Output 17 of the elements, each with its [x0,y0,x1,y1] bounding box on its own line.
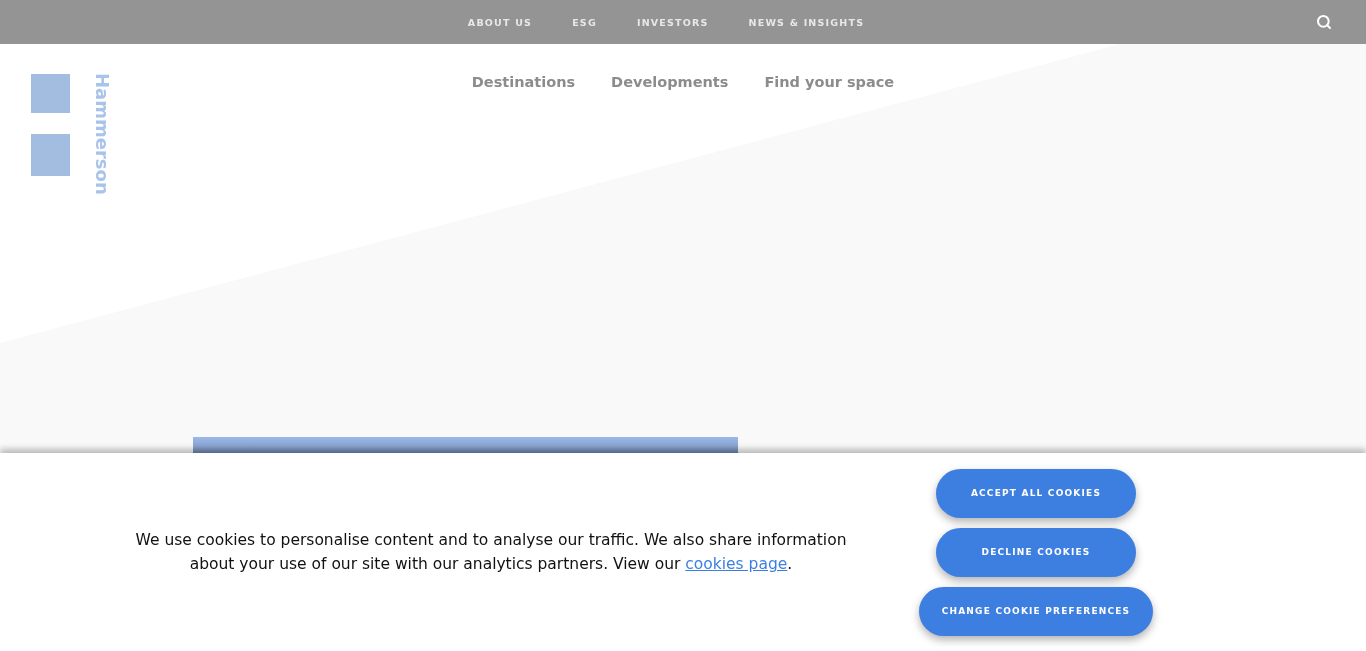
cookies-page-link[interactable]: cookies page [685,555,788,573]
logo-square-icon [31,134,70,176]
cookie-message: We use cookies to personalise content and to analyse our traffic. We also share information about your use of our site with our analytics partners. View our cookies page. [134,530,848,575]
top-nav-link[interactable]: ESG [572,16,597,28]
logo[interactable]: Hammerson [31,73,111,195]
cookie-button[interactable]: DECLINE COOKIES [936,527,1136,577]
logo-wordmark: Hammerson [93,73,111,195]
cookie-button[interactable]: CHANGE COOKIE PREFERENCES [919,586,1153,636]
search-icon[interactable] [1316,14,1332,30]
logo-square-icon [31,74,70,113]
main-nav-link[interactable]: Find your space [764,74,895,90]
main-nav-link[interactable]: Developments [611,74,729,90]
top-nav-link[interactable]: NEWS & INSIGHTS [748,16,865,28]
top-nav-link[interactable]: ABOUT US [467,16,533,28]
cookie-button[interactable]: ACCEPT ALL COOKIES [936,468,1136,518]
top-nav-link[interactable]: INVESTORS [636,16,709,28]
main-nav-link[interactable]: Destinations [471,74,576,90]
